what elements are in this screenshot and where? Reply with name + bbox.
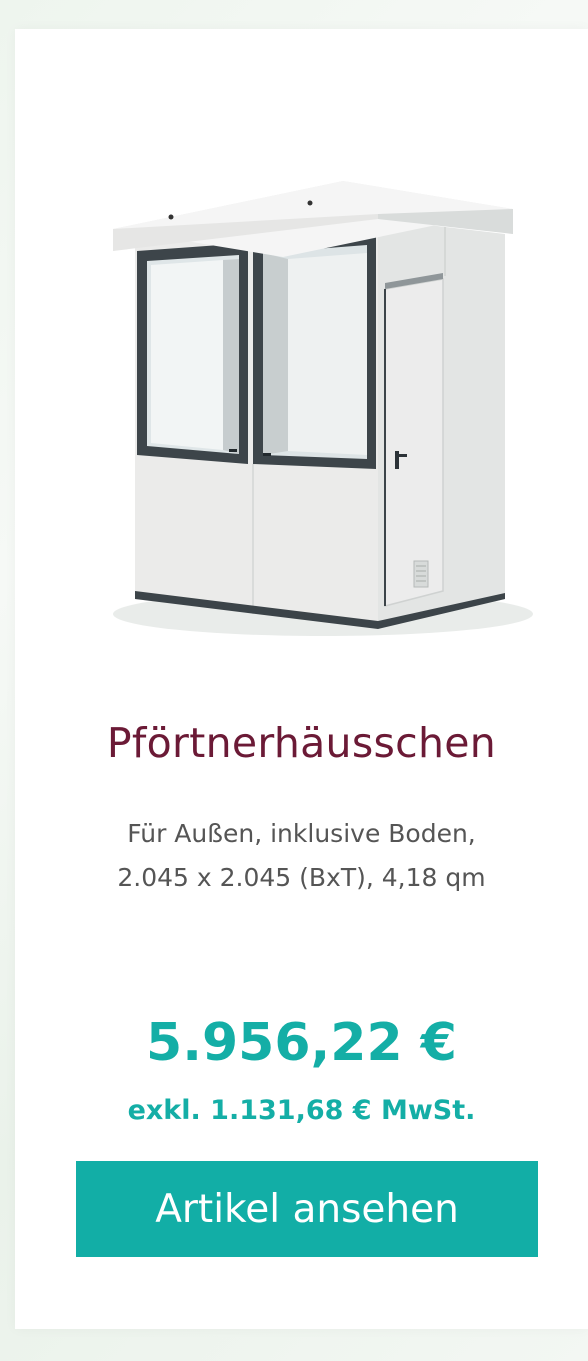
product-price: 5.956,22 € [146, 1013, 457, 1073]
product-title: Pförtnerhäusschen [106, 719, 497, 767]
product-card: Pförtnerhäusschen Für Außen, inklusive B… [15, 29, 588, 1329]
description-line-2: 2.045 x 2.045 (BxT), 4,18 qm [117, 863, 486, 892]
description-line-1: Für Außen, inklusive Boden, [127, 819, 476, 848]
view-article-button[interactable]: Artikel ansehen [76, 1161, 538, 1257]
guard-booth-image [113, 181, 533, 636]
vat-note: exkl. 1.131,68 € MwSt. [127, 1095, 476, 1126]
product-description: Für Außen, inklusive Boden, 2.045 x 2.04… [55, 812, 548, 900]
